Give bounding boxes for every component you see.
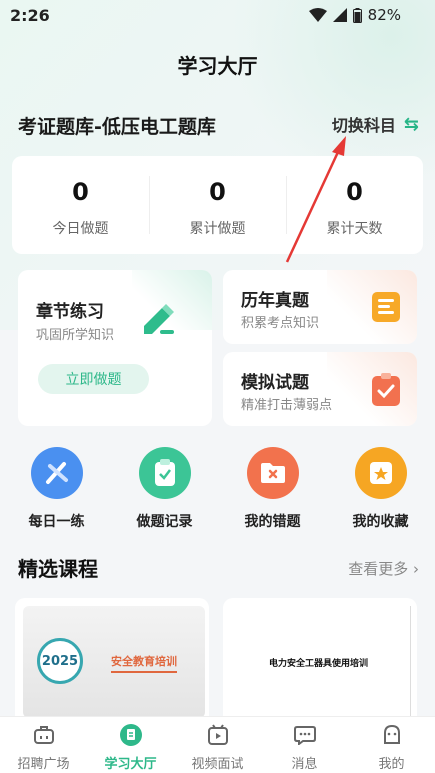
course-card[interactable]: 2025 安全教育培训 bbox=[15, 598, 209, 718]
past-exams-card[interactable]: 历年真题 积累考点知识 bbox=[223, 270, 417, 344]
tab-study-hall[interactable]: 学习大厅 bbox=[87, 717, 174, 773]
stat-value: 0 bbox=[346, 178, 363, 206]
tab-label: 学习大厅 bbox=[104, 757, 157, 772]
quick-links: 每日一练 做题记录 我的错题 我的收藏 bbox=[0, 447, 435, 531]
video-icon bbox=[174, 723, 261, 747]
course-card[interactable]: 电力安全工器具使用培训 bbox=[223, 598, 417, 718]
course-thumbnail: 2025 安全教育培训 bbox=[23, 606, 205, 718]
featured-courses-title: 精选课程 bbox=[18, 557, 98, 581]
switch-subject-label: 切换科目 bbox=[331, 116, 396, 135]
practice-record-link[interactable]: 做题记录 bbox=[113, 447, 216, 531]
chapter-practice-card[interactable]: 章节练习 巩固所学知识 立即做题 bbox=[18, 270, 212, 426]
chapter-title: 章节练习 bbox=[36, 302, 104, 322]
mock-exam-card[interactable]: 模拟试题 精准打击薄弱点 bbox=[223, 352, 417, 426]
stat-value: 0 bbox=[209, 178, 226, 206]
tab-video-interview[interactable]: 视频面试 bbox=[174, 717, 261, 773]
checklist-icon bbox=[371, 373, 401, 411]
switch-subject-button[interactable]: 切换科目 ⇆ bbox=[332, 112, 419, 136]
message-icon bbox=[261, 723, 348, 747]
signal-icon bbox=[332, 8, 347, 22]
quick-link-label: 做题记录 bbox=[136, 514, 193, 530]
course-title: 电力安全工器具使用培训 bbox=[269, 659, 369, 669]
favorites-icon bbox=[354, 447, 407, 499]
briefcase-icon bbox=[0, 723, 87, 747]
tab-messages[interactable]: 消息 bbox=[261, 717, 348, 773]
wifi-icon bbox=[308, 8, 327, 22]
stat-label: 累计天数 bbox=[326, 221, 383, 237]
tab-recruitment[interactable]: 招聘广场 bbox=[0, 717, 87, 773]
tab-label: 我的 bbox=[378, 757, 405, 772]
status-icons: 82% bbox=[308, 6, 401, 24]
daily-practice-icon bbox=[30, 447, 83, 499]
document-list-icon bbox=[371, 291, 401, 327]
status-bar: 2:26 82% bbox=[0, 0, 435, 32]
stat-days: 0 累计天数 bbox=[286, 156, 423, 254]
course-thumbnail: 电力安全工器具使用培训 bbox=[223, 606, 411, 718]
stat-label: 今日做题 bbox=[52, 221, 109, 237]
course-year: 2025 bbox=[37, 638, 83, 684]
tab-label: 招聘广场 bbox=[17, 757, 70, 772]
tab-label: 消息 bbox=[291, 757, 318, 772]
profile-icon bbox=[348, 723, 435, 747]
mock-exam-subtitle: 精准打击薄弱点 bbox=[241, 398, 333, 413]
stat-total: 0 累计做题 bbox=[149, 156, 286, 254]
chevron-right-icon: › bbox=[413, 560, 419, 578]
battery-percent: 82% bbox=[367, 6, 401, 24]
start-practice-button[interactable]: 立即做题 bbox=[38, 364, 149, 394]
stat-today: 0 今日做题 bbox=[12, 156, 149, 254]
record-icon bbox=[138, 447, 191, 499]
study-icon bbox=[87, 723, 174, 747]
pencil-icon bbox=[138, 300, 176, 342]
wrong-questions-icon bbox=[246, 447, 299, 499]
quick-link-label: 我的收藏 bbox=[352, 514, 409, 530]
status-time: 2:26 bbox=[10, 6, 50, 25]
mock-exam-title: 模拟试题 bbox=[241, 373, 309, 393]
stat-value: 0 bbox=[72, 178, 89, 206]
quick-link-label: 每日一练 bbox=[28, 514, 85, 530]
stat-label: 累计做题 bbox=[189, 221, 246, 237]
past-exams-title: 历年真题 bbox=[241, 291, 309, 311]
tab-label: 视频面试 bbox=[191, 757, 244, 772]
tab-profile[interactable]: 我的 bbox=[348, 717, 435, 773]
view-more-link[interactable]: 查看更多 › bbox=[348, 558, 419, 579]
question-bank-title: 考证题库-低压电工题库 bbox=[18, 116, 216, 138]
past-exams-subtitle: 积累考点知识 bbox=[241, 316, 320, 331]
swap-icon: ⇆ bbox=[403, 113, 419, 135]
bottom-tab-bar: 招聘广场 学习大厅 视频面试 消息 我的 bbox=[0, 716, 435, 773]
daily-practice-link[interactable]: 每日一练 bbox=[5, 447, 108, 531]
wrong-questions-link[interactable]: 我的错题 bbox=[221, 447, 324, 531]
favorites-link[interactable]: 我的收藏 bbox=[329, 447, 432, 531]
stats-card: 0 今日做题 0 累计做题 0 累计天数 bbox=[12, 156, 423, 254]
page-title: 学习大厅 bbox=[177, 54, 258, 78]
course-title: 安全教育培训 bbox=[111, 653, 177, 673]
view-more-label: 查看更多 bbox=[348, 560, 409, 578]
chapter-subtitle: 巩固所学知识 bbox=[36, 328, 115, 343]
quick-link-label: 我的错题 bbox=[244, 514, 301, 530]
battery-icon bbox=[352, 7, 362, 23]
